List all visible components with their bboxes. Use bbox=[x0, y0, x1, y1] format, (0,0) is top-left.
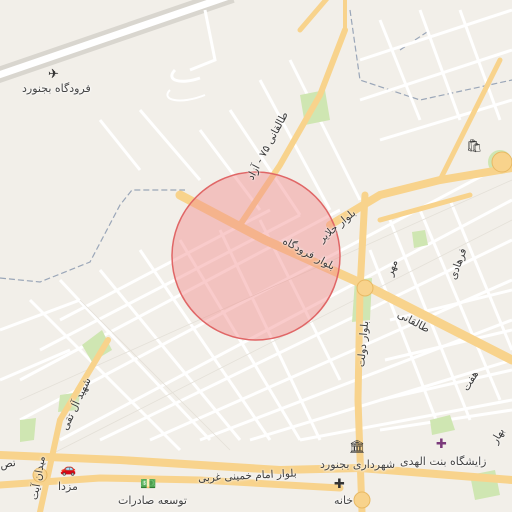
shopping-bag-icon[interactable]: 🛍 bbox=[466, 140, 483, 153]
bank-label[interactable]: توسعه صادرات bbox=[118, 494, 187, 507]
clinic-label[interactable]: خانه bbox=[334, 494, 353, 507]
map-canvas bbox=[0, 0, 512, 512]
city-hall-label[interactable]: شهرداری بجنورد bbox=[320, 458, 395, 471]
airport-label[interactable]: فرودگاه بجنورد bbox=[22, 82, 91, 95]
landmark-icon: 🏛 bbox=[349, 440, 366, 455]
money-icon: 💵 bbox=[140, 477, 157, 492]
map-view[interactable]: ✈ فرودگاه بجنورد 🛍 🏛 شهرداری بجنورد ✚ زا… bbox=[0, 0, 512, 512]
hospital-cross-icon: ✚ bbox=[436, 437, 447, 452]
cross-icon: ✚ bbox=[334, 477, 345, 492]
mazda-label[interactable]: مزدا bbox=[58, 480, 78, 493]
airplane-icon: ✈ bbox=[48, 67, 59, 82]
car-icon: 🚗 bbox=[60, 462, 77, 477]
hospital-label[interactable]: زایشگاه بنت الهدی bbox=[400, 455, 486, 468]
